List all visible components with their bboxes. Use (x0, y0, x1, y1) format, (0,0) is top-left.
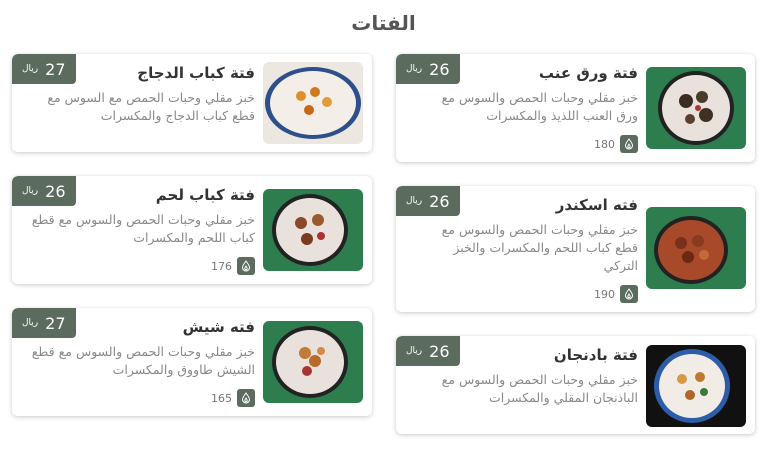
food-bowl-image (646, 207, 746, 289)
price-badge: ريال 27 (12, 54, 76, 84)
currency-label: ريال (22, 64, 39, 74)
food-bowl-image (263, 62, 363, 144)
food-bowl-image (646, 67, 746, 149)
calories-icon (620, 135, 638, 153)
currency-label: ريال (406, 196, 423, 206)
item-title: فتة بادنجان (553, 346, 638, 364)
price-value: 27 (45, 59, 66, 79)
calories-icon (620, 285, 638, 303)
calories: 176 (211, 257, 255, 275)
menu-item-card[interactable]: فتة كباب الدجاج خبز مقلي وحبات الحمص مع … (12, 54, 372, 152)
calories: 190 (594, 285, 638, 303)
section-title: الفتات (351, 11, 416, 35)
calories-icon (237, 389, 255, 407)
item-title: فته اسكندر (555, 196, 638, 214)
food-bowl-image (646, 345, 746, 427)
item-description: خبز مقلي وحبات الحمص والسوس مع قطع الشيش… (31, 344, 255, 377)
price-value: 26 (429, 341, 450, 361)
price-badge: ريال 26 (396, 54, 460, 84)
calories-value: 190 (594, 287, 615, 301)
calories-value: 165 (211, 391, 232, 405)
item-title: فتة كباب لحم (155, 186, 255, 204)
food-bowl-image (263, 189, 363, 271)
price-badge: ريال 26 (396, 186, 460, 216)
item-image (263, 321, 363, 403)
price-badge: ريال 26 (12, 176, 76, 206)
item-image (263, 62, 363, 144)
price-value: 26 (45, 181, 66, 201)
food-bowl-image (263, 321, 363, 403)
price-badge: ريال 27 (12, 308, 76, 338)
item-description: خبز مقلي وحبات الحمص والسوس مع الباذنجان… (441, 372, 638, 405)
item-description: خبز مقلي وحبات الحمص مع السوس مع قطع كبا… (47, 90, 255, 123)
item-title: فتة ورق عنب (538, 64, 638, 82)
calories-value: 176 (211, 259, 232, 273)
calories: 165 (211, 389, 255, 407)
calories-value: 180 (594, 137, 615, 151)
menu-item-card[interactable]: فتة بادنجان خبز مقلي وحبات الحمص والسوس … (396, 336, 755, 434)
item-image (646, 67, 746, 149)
currency-label: ريال (22, 318, 39, 328)
currency-label: ريال (406, 64, 423, 74)
calories-icon (237, 257, 255, 275)
item-image (646, 345, 746, 427)
menu-item-card[interactable]: فتة ورق عنب خبز مقلي وحبات الحمص والسوس … (396, 54, 755, 162)
calories: 180 (594, 135, 638, 153)
currency-label: ريال (406, 346, 423, 356)
price-value: 26 (429, 191, 450, 211)
menu-item-card[interactable]: فته شيش خبز مقلي وحبات الحمص والسوس مع ق… (12, 308, 372, 416)
item-description: خبز مقلي وحبات الحمص والسوس مع قطع كباب … (31, 212, 255, 245)
item-image (263, 189, 363, 271)
item-description: خبز مقلي وحبات الحمص والسوس مع ورق العنب… (441, 90, 638, 123)
currency-label: ريال (22, 186, 39, 196)
item-image (646, 207, 746, 289)
item-title: فته شيش (182, 318, 255, 336)
price-value: 27 (45, 313, 66, 333)
price-badge: ريال 26 (396, 336, 460, 366)
price-value: 26 (429, 59, 450, 79)
item-description: خبز مقلي وحبات الحمص والسوس مع قطع كباب … (441, 222, 638, 273)
menu-item-card[interactable]: فتة كباب لحم خبز مقلي وحبات الحمص والسوس… (12, 176, 372, 284)
item-title: فتة كباب الدجاج (137, 64, 255, 82)
menu-item-card[interactable]: فته اسكندر خبز مقلي وحبات الحمص والسوس م… (396, 186, 755, 312)
